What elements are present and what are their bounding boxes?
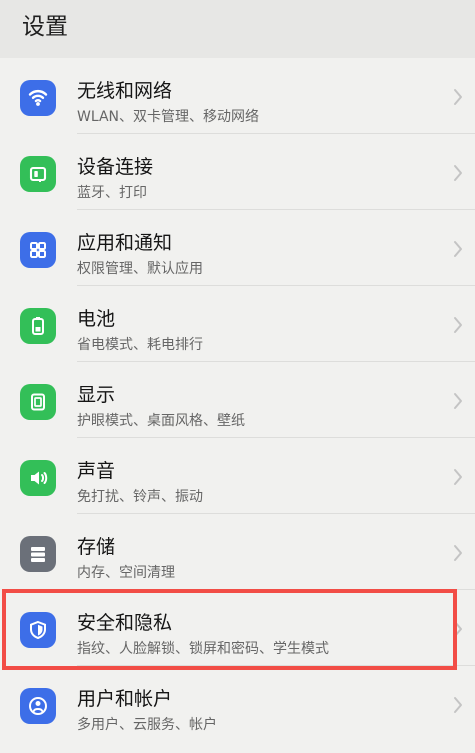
- storage-icon: [20, 536, 56, 572]
- chevron-right-icon: [454, 469, 462, 485]
- shield-icon: [20, 612, 56, 648]
- chevron-right-icon: [454, 165, 462, 181]
- chevron-right-icon: [454, 621, 462, 637]
- settings-item-subtitle: 权限管理、默认应用: [77, 261, 203, 277]
- settings-item-title: 设备连接: [77, 156, 154, 178]
- chevron-right-icon: [454, 317, 462, 333]
- wifi-icon: [20, 80, 56, 116]
- settings-item-title: 声音: [77, 460, 116, 482]
- chevron-right-icon: [454, 545, 462, 561]
- settings-item-subtitle: 蓝牙、打印: [77, 185, 147, 201]
- settings-item-title: 安全和隐私: [77, 612, 173, 634]
- settings-item-users-accounts[interactable]: 用户和帐户 多用户、云服务、帐户: [0, 666, 475, 742]
- settings-item-battery[interactable]: 电池 省电模式、耗电排行: [0, 286, 475, 362]
- user-icon: [20, 688, 56, 724]
- display-icon: [20, 384, 56, 420]
- page-title: 设置: [22, 14, 68, 40]
- settings-item-wireless-network[interactable]: 无线和网络 WLAN、双卡管理、移动网络: [0, 58, 475, 134]
- device-connection-icon: [20, 156, 56, 192]
- settings-list: 无线和网络 WLAN、双卡管理、移动网络 设备连接 蓝牙、打印 应用和通知 权限…: [0, 58, 475, 753]
- chevron-right-icon: [454, 393, 462, 409]
- top-bar: 设置: [0, 0, 475, 58]
- settings-item-title: 应用和通知: [77, 232, 173, 254]
- settings-item-title: 用户和帐户: [77, 688, 173, 710]
- settings-item-subtitle: 免打扰、铃声、振动: [77, 489, 203, 505]
- chevron-right-icon: [454, 241, 462, 257]
- sound-icon: [20, 460, 56, 496]
- settings-item-title: 显示: [77, 384, 116, 406]
- settings-item-subtitle: 内存、空间清理: [77, 565, 175, 581]
- settings-item-display[interactable]: 显示 护眼模式、桌面风格、壁纸: [0, 362, 475, 438]
- settings-item-security-privacy[interactable]: 安全和隐私 指纹、人脸解锁、锁屏和密码、学生模式: [0, 590, 475, 666]
- settings-item-title: 存储: [77, 536, 116, 558]
- chevron-right-icon: [454, 89, 462, 105]
- settings-item-subtitle: 指纹、人脸解锁、锁屏和密码、学生模式: [77, 641, 329, 657]
- settings-item-title: 无线和网络: [77, 80, 173, 102]
- settings-item-subtitle: WLAN、双卡管理、移动网络: [77, 109, 260, 125]
- settings-item-storage[interactable]: 存储 内存、空间清理: [0, 514, 475, 590]
- settings-item-subtitle: 多用户、云服务、帐户: [77, 717, 217, 733]
- settings-item-sound[interactable]: 声音 免打扰、铃声、振动: [0, 438, 475, 514]
- settings-item-title: 电池: [77, 308, 116, 330]
- apps-icon: [20, 232, 56, 268]
- settings-item-device-connection[interactable]: 设备连接 蓝牙、打印: [0, 134, 475, 210]
- battery-icon: [20, 308, 56, 344]
- chevron-right-icon: [454, 697, 462, 713]
- settings-item-subtitle: 护眼模式、桌面风格、壁纸: [77, 413, 245, 429]
- settings-item-apps-notifications[interactable]: 应用和通知 权限管理、默认应用: [0, 210, 475, 286]
- settings-item-subtitle: 省电模式、耗电排行: [77, 337, 203, 353]
